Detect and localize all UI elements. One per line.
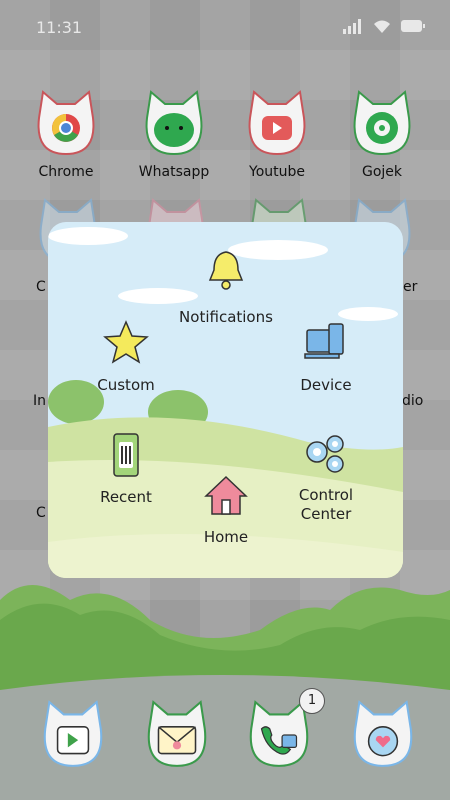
app-chrome[interactable]: Chrome (18, 88, 114, 180)
partial-label: In (33, 393, 47, 409)
partial-label: C (36, 279, 46, 295)
app-label: Chrome (38, 164, 94, 180)
wifi-icon (374, 20, 390, 33)
home-icon (204, 475, 248, 515)
whatsapp-icon (139, 88, 209, 158)
recent-apps-icon (113, 433, 139, 477)
control-center-label: Control Center (276, 486, 376, 524)
chrome-icon (31, 88, 101, 158)
settings-icon[interactable] (346, 698, 420, 770)
app-gojek[interactable]: Gojek (334, 88, 430, 180)
home-label: Home (203, 528, 249, 546)
bell-icon (208, 251, 244, 290)
status-bar: 11:31 (0, 0, 450, 52)
dock (0, 690, 450, 800)
play-store-icon[interactable] (36, 698, 110, 770)
control-panel: Notifications Custom Device Recent Contr… (48, 222, 403, 578)
partial-label: dio (402, 393, 424, 409)
device-button[interactable]: Device (276, 320, 376, 394)
device-label: Device (300, 376, 352, 394)
recent-button[interactable]: Recent (76, 432, 176, 506)
partial-label: C (36, 505, 46, 521)
control-center-label-line2: Center (300, 505, 352, 523)
gojek-icon (347, 88, 417, 158)
notifications-button[interactable]: Notifications (156, 248, 296, 326)
messages-icon[interactable] (140, 698, 214, 770)
device-icon (304, 323, 344, 359)
app-label: Gojek (361, 164, 403, 180)
battery-icon (401, 20, 425, 32)
custom-label: Custom (97, 376, 155, 394)
recent-label: Recent (100, 488, 152, 506)
control-center-button[interactable]: Control Center (276, 432, 376, 524)
home-button[interactable]: Home (176, 474, 276, 546)
youtube-icon (242, 88, 312, 158)
notification-badge: 1 (299, 688, 325, 714)
app-label: Youtube (249, 164, 305, 180)
gears-icon (306, 435, 344, 473)
star-icon (103, 320, 149, 364)
app-whatsapp[interactable]: Whatsapp (126, 88, 222, 180)
status-time: 11:31 (36, 18, 83, 37)
control-center-label-line1: Control (298, 486, 354, 504)
custom-button[interactable]: Custom (76, 320, 176, 394)
signal-icon (343, 19, 361, 34)
partial-label: er (403, 279, 418, 295)
app-youtube[interactable]: Youtube (229, 88, 325, 180)
status-icons (342, 18, 426, 34)
app-label: Whatsapp (138, 164, 210, 180)
notifications-label: Notifications (179, 308, 273, 326)
